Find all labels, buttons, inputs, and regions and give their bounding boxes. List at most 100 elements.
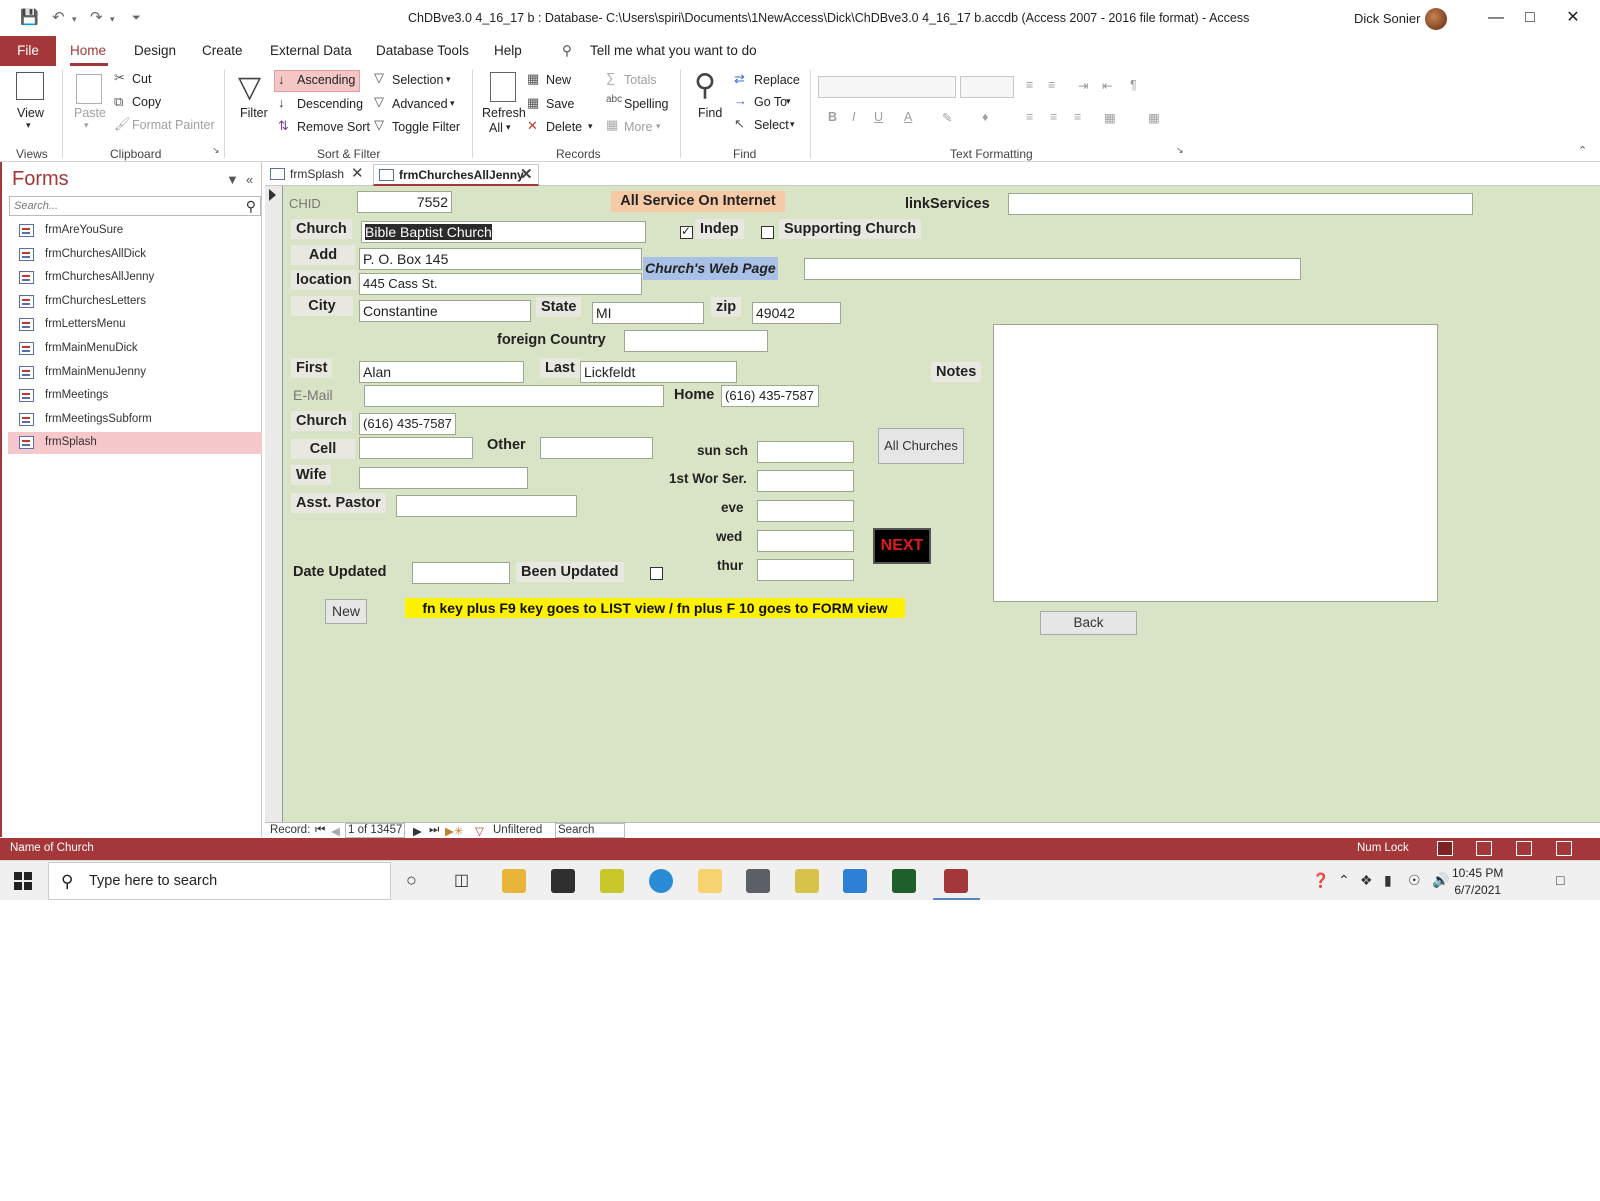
replace-icon[interactable]: ⇄ [734,71,745,87]
copy-button[interactable]: Copy [132,95,161,109]
show-hidden-icons-icon[interactable]: ⌃ [1338,872,1350,889]
gridlines-icon[interactable]: ▦ [1148,110,1160,125]
dialog-launcher-icon[interactable]: ↘ [212,145,220,156]
refresh-dropdown-icon[interactable]: ▾ [506,122,511,133]
other-field[interactable] [540,437,653,459]
city-field[interactable]: Constantine [359,300,531,322]
tell-me-input[interactable]: Tell me what you want to do [590,43,757,58]
email-field[interactable] [364,385,664,407]
calendar-icon[interactable] [843,869,867,893]
align-right-icon[interactable]: ≡ [1074,110,1081,124]
font-color-icon[interactable]: A [904,110,912,124]
task-view-icon[interactable]: ◫ [454,870,469,890]
nav-item-frmchurchesalldick[interactable]: frmChurchesAllDick [8,244,262,266]
view-button[interactable]: View [17,106,44,120]
battery-icon[interactable]: ▮ [1384,872,1392,889]
form-view-icon[interactable] [1437,841,1453,856]
goto-dropdown-icon[interactable]: ▾ [786,96,791,107]
nav-search-input[interactable]: Search... ⚲ [9,196,261,216]
avatar[interactable] [1425,8,1447,30]
save-icon[interactable]: 💾 [20,8,39,26]
close-tab-icon[interactable]: ✕ [351,164,364,184]
calendar-app-icon[interactable] [698,869,722,893]
indep-checkbox[interactable] [680,224,693,239]
wednesday-field[interactable] [757,530,854,552]
taskbar-search-input[interactable]: ⚲ Type here to search [48,862,391,900]
notifications-icon[interactable]: □ [1556,872,1564,888]
wifi-icon[interactable]: ☉ [1408,872,1421,889]
format-painter-button[interactable]: Format Painter [132,118,215,132]
tab-file[interactable]: File [0,36,56,66]
filter-status-button[interactable]: Unfiltered [493,824,542,836]
foreign-country-field[interactable] [624,330,768,352]
selection-button[interactable]: Selection [392,73,443,87]
minimize-icon[interactable]: — [1483,6,1509,30]
cut-button[interactable]: Cut [132,72,151,86]
cell-field[interactable] [359,437,473,459]
nav-item-frmmeetingssubform[interactable]: frmMeetingsSubform [8,409,262,431]
first-worship-field[interactable] [757,470,854,492]
nav-item-frmmainmenudick[interactable]: frmMainMenuDick [8,338,262,360]
paste-icon[interactable] [76,74,102,104]
datasheet-view-icon[interactable] [1476,841,1492,856]
tab-database-tools[interactable]: Database Tools [376,43,469,58]
record-search-input[interactable]: Search [555,823,625,838]
select-cursor-icon[interactable]: ↖ [734,116,745,132]
new-button[interactable]: New [325,599,367,624]
font-name-select[interactable] [818,76,956,98]
replace-button[interactable]: Replace [754,73,800,87]
home-phone-field[interactable]: (616) 435-7587 [721,385,819,407]
tab-help[interactable]: Help [494,43,522,58]
nav-item-frmsplash[interactable]: frmSplash [8,432,262,455]
last-record-icon[interactable]: ⏭ [429,824,439,837]
delete-dropdown-icon[interactable]: ▾ [588,121,593,132]
redo-icon[interactable]: ↷ [90,8,103,26]
nav-item-frmareyousure[interactable]: frmAreYouSure [8,220,262,242]
undo-dropdown-icon[interactable]: ▾ [72,14,77,25]
more-button[interactable]: More [624,120,652,134]
new-record-icon[interactable]: ▦ [527,71,539,87]
web-page-field[interactable] [804,258,1301,280]
spelling-button[interactable]: Spelling [624,97,668,111]
goto-icon[interactable]: → [734,93,747,108]
remove-sort-button[interactable]: Remove Sort [297,120,370,134]
numbering-icon[interactable]: ≡ [1048,78,1055,92]
bold-button[interactable]: B [828,110,837,124]
search-icon[interactable]: ⚲ [246,198,256,215]
church-phone-field[interactable]: (616) 435-7587 [359,413,456,435]
nav-item-frmlettersmenu[interactable]: frmLettersMenu [8,314,262,336]
nav-item-frmmainmenujenny[interactable]: frmMainMenuJenny [8,362,262,384]
highlight-icon[interactable]: ✎ [942,110,952,125]
design-view-icon[interactable] [1556,841,1572,856]
close-icon[interactable]: ✕ [1560,6,1586,30]
asst-pastor-field[interactable] [396,495,577,517]
paste-dropdown-icon[interactable]: ▾ [84,120,89,131]
layout-view-icon[interactable] [1516,841,1532,856]
evening-field[interactable] [757,500,854,522]
paste-button[interactable]: Paste [74,106,106,120]
remove-sort-icon[interactable]: ⇅ [278,118,289,134]
sunday-school-field[interactable] [757,441,854,463]
church-field[interactable]: Bible Baptist Church [361,221,646,243]
nav-item-frmchurchesletters[interactable]: frmChurchesLetters [8,291,262,313]
selection-dropdown-icon[interactable]: ▾ [446,74,451,85]
totals-button[interactable]: Totals [624,73,657,87]
redo-dropdown-icon[interactable]: ▾ [110,14,115,25]
notes-field[interactable] [993,324,1438,602]
italic-button[interactable]: I [852,110,855,124]
new-record-button[interactable]: New [546,73,571,87]
help-icon[interactable]: ❓ [1312,872,1329,889]
cortana-icon[interactable]: ○ [406,870,417,891]
advanced-button[interactable]: Advanced [392,97,448,111]
dialog-launcher-icon[interactable]: ↘ [1176,145,1184,156]
current-record-input[interactable]: 1 of 13457 [345,823,405,838]
collapse-ribbon-icon[interactable]: ⌃ [1578,144,1587,157]
sticky-notes-icon[interactable] [795,869,819,893]
spelling-icon[interactable]: abc [606,94,622,105]
copy-icon[interactable]: ⧉ [114,94,123,110]
save-record-icon[interactable]: ▦ [527,95,539,111]
select-dropdown-icon[interactable]: ▾ [790,119,795,130]
file-explorer-icon[interactable] [502,869,526,893]
scissors-icon[interactable]: ✂ [114,70,125,86]
sort-ascending-icon[interactable]: ↓ [278,72,285,87]
